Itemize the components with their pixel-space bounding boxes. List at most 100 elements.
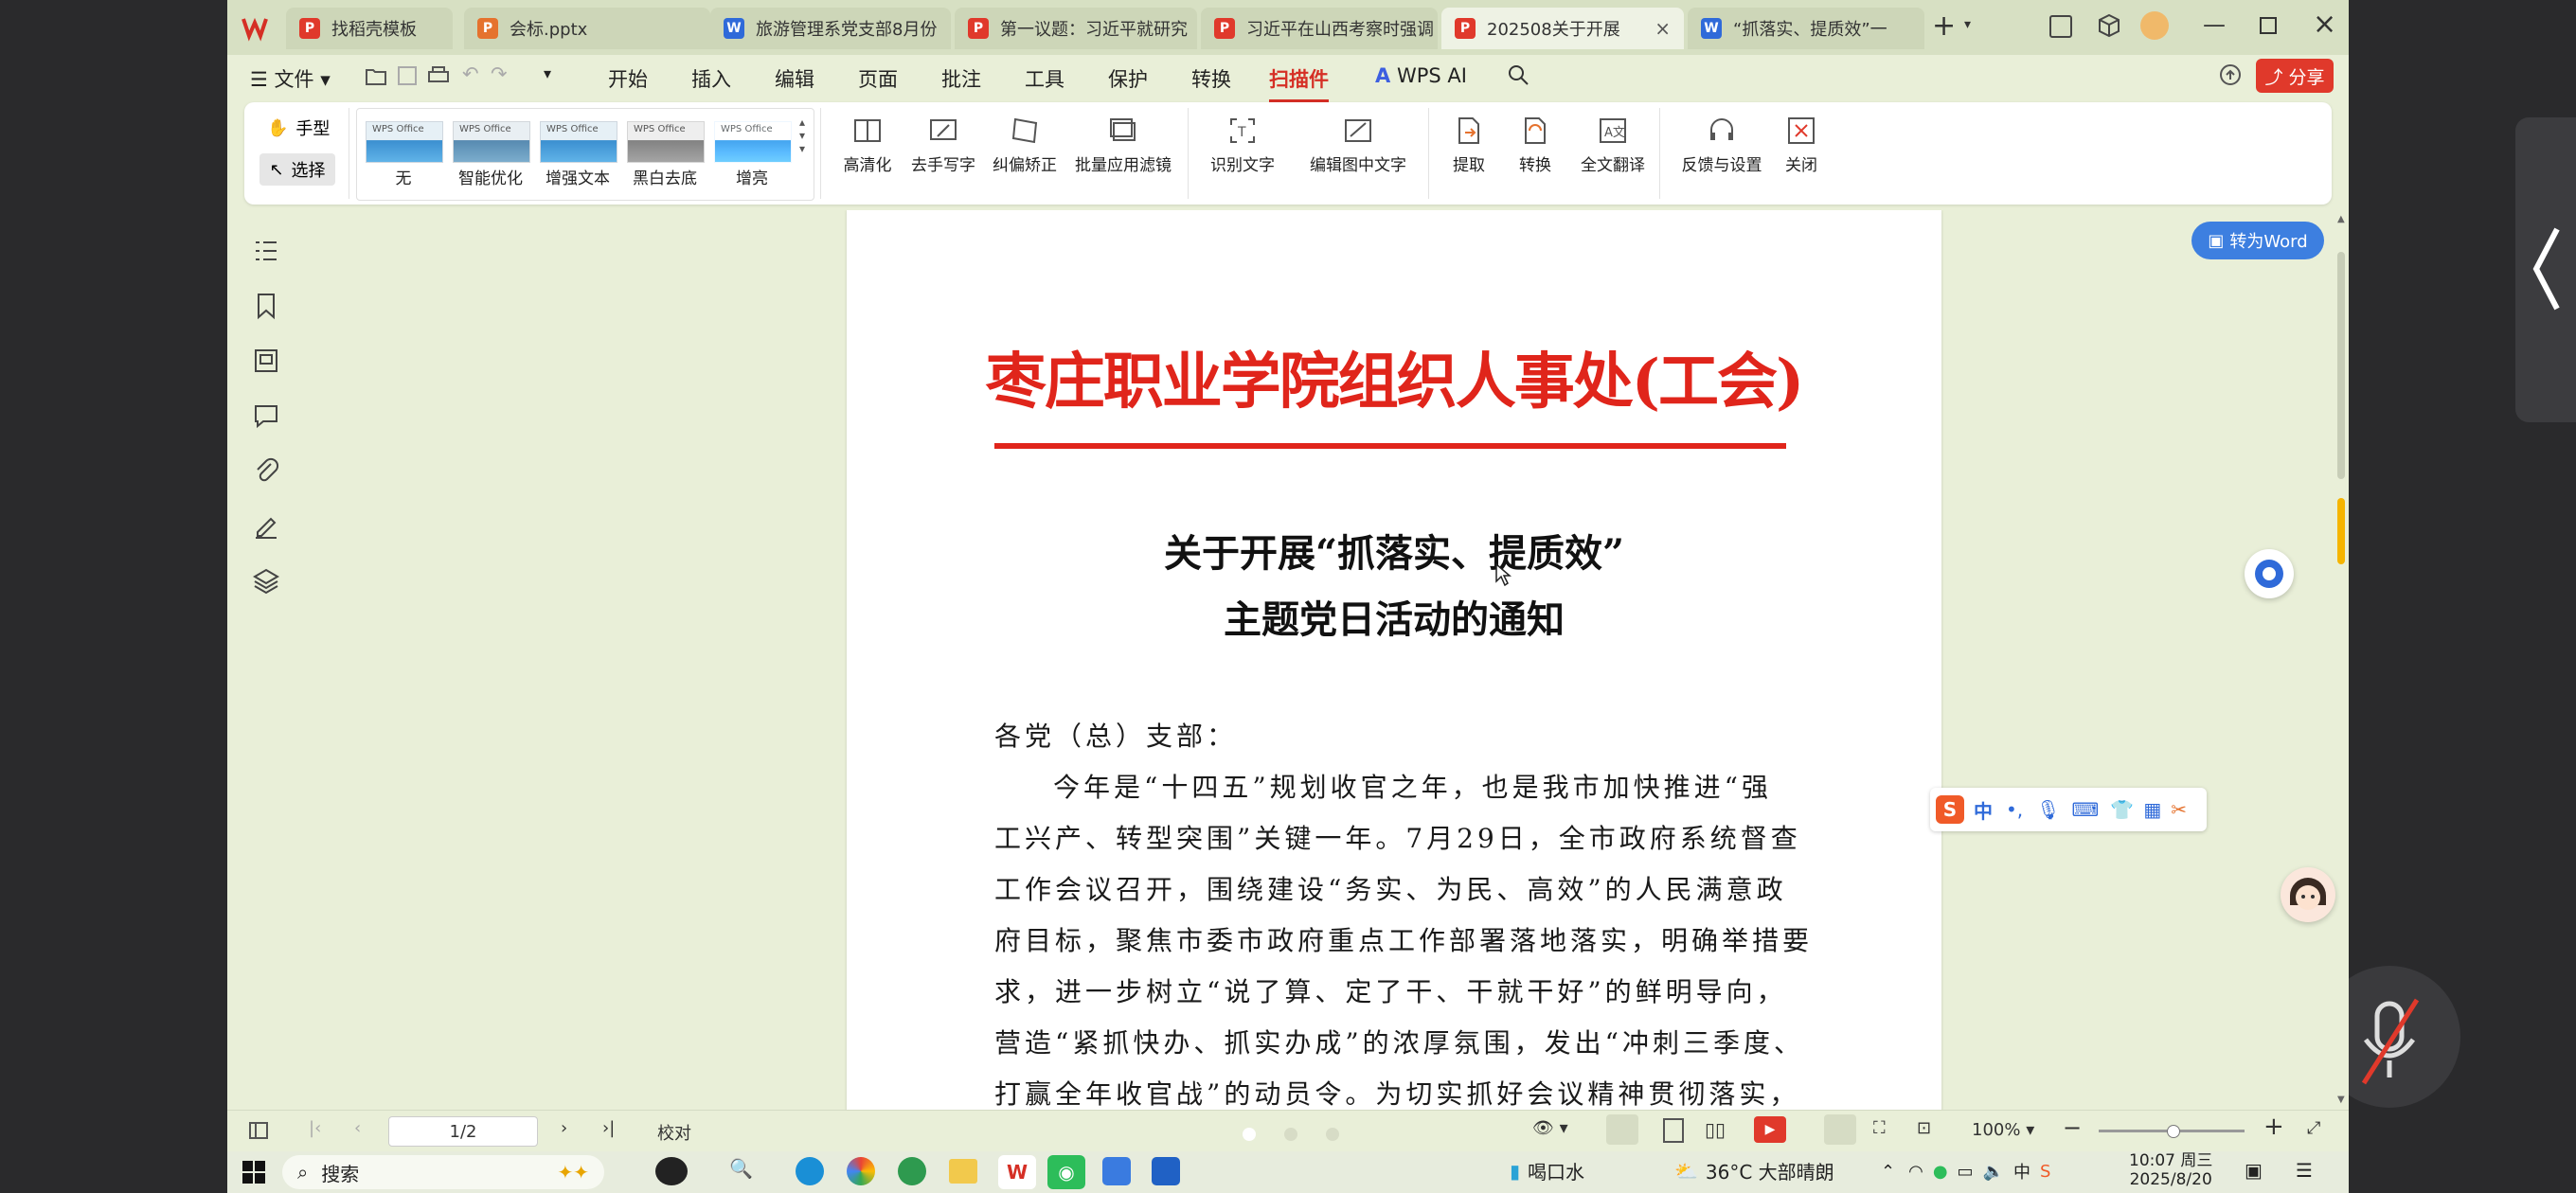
floating-assistant-button[interactable] bbox=[2245, 549, 2294, 598]
zoom-app-icon[interactable]: 🔍 bbox=[729, 1157, 753, 1180]
tab-pptx[interactable]: P 会标.pptx bbox=[464, 8, 710, 49]
zoom-out-icon[interactable]: − bbox=[2063, 1114, 2082, 1141]
bookmark-icon[interactable] bbox=[252, 292, 280, 320]
fullscreen-icon[interactable]: ⤢ bbox=[2307, 1118, 2320, 1138]
assistant-avatar[interactable] bbox=[2281, 867, 2335, 922]
notification-icon[interactable]: ☰ bbox=[2296, 1159, 2313, 1182]
outline-icon[interactable] bbox=[252, 237, 280, 265]
file-menu[interactable]: ☰ 文件 ▾ bbox=[250, 64, 331, 93]
windows-start-icon[interactable] bbox=[242, 1161, 265, 1188]
browser-green-icon[interactable] bbox=[898, 1157, 926, 1185]
comment-icon[interactable] bbox=[252, 401, 280, 430]
search-icon[interactable] bbox=[1508, 64, 1529, 90]
undo-icon[interactable]: ↶ bbox=[462, 62, 479, 85]
menu-edit[interactable]: 编辑 bbox=[775, 64, 814, 93]
more-icon[interactable]: ✂ bbox=[2171, 798, 2187, 821]
hd-button[interactable]: 高清化 bbox=[832, 116, 903, 175]
tab-doc-travel[interactable]: W 旅游管理系党支部8月份 bbox=[710, 8, 951, 49]
convert-to-word-button[interactable]: ▣ 转为Word bbox=[2191, 222, 2324, 259]
filter-thumb-none[interactable]: WPS Office bbox=[366, 121, 443, 163]
menu-page[interactable]: 页面 bbox=[858, 64, 898, 93]
menu-scan[interactable]: 扫描件 bbox=[1269, 64, 1329, 102]
tab-doc-topic[interactable]: P 第一议题：习近平就研究 bbox=[955, 8, 1197, 49]
tab-list-chevron-icon[interactable]: ▾ bbox=[1964, 17, 1971, 32]
skin-icon[interactable]: 👕 bbox=[2110, 798, 2134, 821]
keyboard-icon[interactable]: ⌨ bbox=[2072, 798, 2100, 821]
prev-page-icon[interactable]: ‹ bbox=[354, 1118, 361, 1138]
close-scan-button[interactable]: 关闭 bbox=[1773, 116, 1830, 175]
print-icon[interactable] bbox=[428, 66, 449, 90]
zoom-select[interactable]: 100% ▾ bbox=[1972, 1120, 2034, 1140]
tile-icon[interactable] bbox=[2049, 15, 2072, 38]
thumbnail-icon[interactable] bbox=[252, 347, 280, 375]
wps-ai-menu[interactable]: A WPS AI bbox=[1375, 64, 1467, 87]
new-tab-icon[interactable]: + bbox=[1932, 9, 1956, 43]
wps-logo-icon[interactable] bbox=[241, 13, 269, 45]
single-page-view-icon[interactable] bbox=[1606, 1114, 1638, 1145]
filter-thumb-smart[interactable]: WPS Office bbox=[453, 121, 530, 163]
zoom-slider-thumb[interactable] bbox=[2167, 1125, 2180, 1138]
voice-input-icon[interactable]: 🎙 bbox=[2036, 798, 2060, 821]
attachment-icon[interactable] bbox=[252, 456, 280, 485]
chevron-up-icon[interactable]: ⌃ bbox=[1881, 1162, 1895, 1182]
convert-button[interactable]: 转换 bbox=[1504, 116, 1566, 175]
zoom-in-icon[interactable]: + bbox=[2263, 1113, 2284, 1141]
menu-protect[interactable]: 保护 bbox=[1108, 64, 1148, 93]
scroll-thumb[interactable] bbox=[2337, 252, 2345, 479]
quick-access-chevron-icon[interactable]: ▾ bbox=[544, 64, 551, 82]
wechat-icon[interactable]: ◉ bbox=[1047, 1155, 1085, 1189]
select-tool-button[interactable]: ↖ 选择 bbox=[259, 153, 335, 186]
continuous-view-icon[interactable] bbox=[1663, 1118, 1684, 1143]
clock[interactable]: 10:07 周三 2025/8/20 bbox=[2129, 1151, 2212, 1189]
two-page-view-icon[interactable]: ▯▯ bbox=[1705, 1118, 1726, 1141]
taskbar-search-input[interactable]: ⌕ 搜索 ✦✦ bbox=[282, 1155, 604, 1189]
punctuation-icon[interactable]: •, bbox=[2006, 798, 2023, 821]
vertical-scrollbar[interactable]: ▲ ▼ bbox=[2335, 214, 2347, 1110]
save-icon[interactable] bbox=[398, 66, 417, 90]
close-tab-icon[interactable]: × bbox=[1655, 17, 1671, 40]
tab-active-doc[interactable]: P 202508关于开展 × bbox=[1441, 8, 1684, 49]
fit-width-icon[interactable]: ⊡ bbox=[1917, 1118, 1931, 1138]
menu-comment[interactable]: 批注 bbox=[941, 64, 981, 93]
eye-view-icon[interactable]: 👁 ▾ bbox=[1532, 1118, 1568, 1138]
edit-image-text-button[interactable]: 编辑图中文字 bbox=[1296, 116, 1421, 175]
extract-button[interactable]: 提取 bbox=[1438, 116, 1500, 175]
file-explorer-icon[interactable] bbox=[949, 1159, 977, 1184]
zoom-slider[interactable] bbox=[2099, 1125, 2245, 1138]
show-desktop-icon[interactable]: ▣ bbox=[2245, 1159, 2263, 1182]
fit-page-icon[interactable]: ⛶ bbox=[1873, 1118, 1886, 1138]
side-collapse-handle[interactable] bbox=[2515, 117, 2576, 422]
sogou-s-icon[interactable]: S bbox=[2040, 1162, 2050, 1182]
hand-tool-button[interactable]: ✋ 手型 bbox=[267, 116, 330, 140]
next-page-icon[interactable]: › bbox=[561, 1118, 567, 1138]
play-slideshow-icon[interactable]: ▶ bbox=[1754, 1116, 1786, 1143]
proofread-button[interactable]: 校对 bbox=[657, 1120, 691, 1145]
batch-filter-button[interactable]: 批量应用滤镜 bbox=[1068, 116, 1178, 175]
sidebar-toggle-icon[interactable] bbox=[248, 1120, 269, 1146]
tab-template[interactable]: P 找稻壳模板 bbox=[286, 8, 453, 49]
tab-doc-shanxi[interactable]: P 习近平在山西考察时强调 bbox=[1201, 8, 1438, 49]
cloud-upload-icon[interactable] bbox=[2218, 64, 2243, 90]
battery-icon[interactable]: ▭ bbox=[1958, 1162, 1974, 1182]
app-icon-flower[interactable] bbox=[655, 1157, 688, 1185]
gallery-scroll-icon[interactable]: ▴ ▾ ▾ bbox=[799, 116, 805, 155]
last-page-icon[interactable]: ›| bbox=[602, 1118, 615, 1138]
drink-water-widget[interactable]: ▮ 喝口水 bbox=[1510, 1157, 1584, 1184]
reading-view-icon[interactable] bbox=[1824, 1114, 1856, 1145]
minimize-icon[interactable]: — bbox=[2203, 11, 2226, 38]
ocr-button[interactable]: T 识别文字 bbox=[1197, 116, 1288, 175]
filter-thumb-enhance[interactable]: WPS Office bbox=[540, 121, 617, 163]
signature-icon[interactable] bbox=[252, 511, 280, 540]
first-page-icon[interactable]: |‹ bbox=[309, 1118, 321, 1138]
page-number-input[interactable]: 1/2 bbox=[388, 1116, 538, 1147]
user-avatar[interactable] bbox=[2140, 11, 2169, 40]
speaker-icon[interactable]: 🔈 bbox=[1983, 1162, 2004, 1182]
menu-tools[interactable]: 工具 bbox=[1025, 64, 1064, 93]
input-method-toolbar[interactable]: S 中 •, 🎙 ⌨ 👕 ▦ ✂ bbox=[1930, 788, 2207, 831]
deskew-button[interactable]: 纠偏矫正 bbox=[987, 116, 1063, 175]
ime-tray-icon[interactable]: 中 bbox=[2013, 1159, 2030, 1184]
remove-handwriting-button[interactable]: 去手写字 bbox=[905, 116, 981, 175]
weather-widget[interactable]: ⛅ 36°C 大部晴朗 bbox=[1674, 1157, 1834, 1184]
wifi-icon[interactable]: ◠ bbox=[1908, 1162, 1923, 1182]
tab-doc-quote[interactable]: W “抓落实、提质效”一 bbox=[1688, 8, 1924, 49]
